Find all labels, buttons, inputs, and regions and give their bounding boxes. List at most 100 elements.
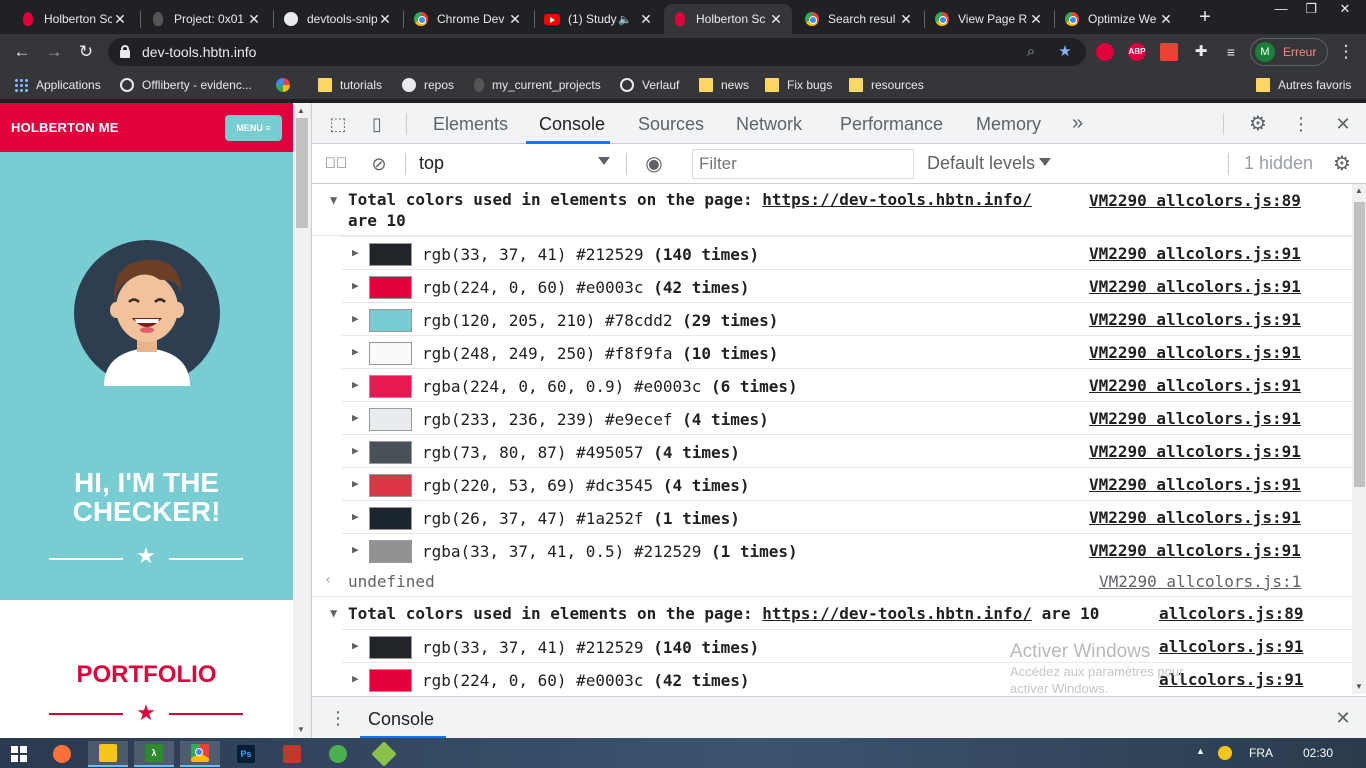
scroll-down-icon[interactable]: ▼ bbox=[1355, 682, 1363, 691]
tab-8[interactable]: View Page R ✕ bbox=[926, 4, 1052, 34]
puzzle-icon[interactable]: ✚ bbox=[1192, 43, 1210, 61]
profile-button[interactable]: M Erreur bbox=[1250, 38, 1328, 66]
bookmark-resources[interactable]: resources bbox=[849, 76, 924, 94]
expand-triangle-icon[interactable]: ▶ bbox=[352, 312, 359, 325]
address-bar[interactable]: dev-tools.hbtn.info ⌕ ★ bbox=[108, 38, 1086, 66]
chevron-down-icon[interactable] bbox=[598, 157, 610, 165]
bookmark-applications[interactable]: Applications bbox=[14, 76, 101, 94]
tab-4[interactable]: Chrome Dev ✕ bbox=[405, 4, 531, 34]
page-link[interactable]: https://dev-tools.hbtn.info/ bbox=[762, 190, 1032, 209]
source-link[interactable]: VM2290 allcolors.js:91 bbox=[1089, 409, 1301, 428]
close-tab-icon[interactable]: ✕ bbox=[1158, 11, 1174, 28]
restore-icon[interactable]: ❐ bbox=[1296, 0, 1326, 18]
source-link[interactable]: VM2290 allcolors.js:91 bbox=[1089, 343, 1301, 362]
url-text[interactable]: dev-tools.hbtn.info bbox=[142, 44, 256, 60]
color-row[interactable]: ▶ rgb(120, 205, 210) #78cdd2 (29 times) VM… bbox=[342, 302, 1352, 335]
expand-triangle-icon[interactable]: ▶ bbox=[352, 543, 359, 556]
site-brand[interactable]: HOLBERTON ME bbox=[11, 120, 119, 135]
expand-triangle-icon[interactable]: ▶ bbox=[352, 246, 359, 259]
console-group[interactable]: ▼ Total colors used in elements on the p… bbox=[312, 597, 1352, 629]
expand-triangle-icon[interactable]: ▶ bbox=[352, 639, 359, 652]
close-devtools-icon[interactable]: ✕ bbox=[1331, 113, 1355, 135]
page-scrollbar[interactable]: ▲ ▼ bbox=[293, 103, 311, 738]
close-tab-icon[interactable]: ✕ bbox=[898, 11, 914, 28]
app-taskbar-icon[interactable] bbox=[272, 741, 312, 767]
collapse-triangle-icon[interactable]: ▼ bbox=[330, 193, 337, 207]
bookmark-google[interactable] bbox=[276, 76, 298, 94]
color-row[interactable]: ▶ rgba(224, 0, 60, 0.9) #e0003c (6 times)… bbox=[342, 368, 1352, 401]
collapse-triangle-icon[interactable]: ▼ bbox=[330, 606, 337, 620]
tab-9[interactable]: Optimize We ✕ bbox=[1056, 4, 1182, 34]
minimize-icon[interactable]: — bbox=[1266, 0, 1296, 18]
firefox-taskbar-icon[interactable] bbox=[42, 741, 82, 767]
scroll-up-icon[interactable]: ▲ bbox=[297, 106, 305, 115]
tab-3[interactable]: devtools-snip ✕ bbox=[275, 4, 401, 34]
source-link[interactable]: VM2290 allcolors.js:91 bbox=[1089, 541, 1301, 560]
zoom-search-icon[interactable]: ⌕ bbox=[1022, 43, 1040, 61]
tab-network[interactable]: Network bbox=[736, 114, 802, 135]
clear-console-icon[interactable]: ⊘ bbox=[367, 153, 391, 175]
console-settings-gear-icon[interactable]: ⚙ bbox=[1330, 153, 1354, 175]
terminal-taskbar-icon[interactable]: λ bbox=[134, 741, 174, 767]
close-tab-icon[interactable]: ✕ bbox=[1028, 11, 1044, 28]
color-row[interactable]: ▶ rgb(33, 37, 41) #212529 (140 times) VM22… bbox=[342, 236, 1352, 269]
expand-triangle-icon[interactable]: ▶ bbox=[352, 279, 359, 292]
console-group[interactable]: ▼ Total colors used in elements on the p… bbox=[312, 184, 1352, 236]
audio-icon[interactable]: 🔈 bbox=[618, 13, 632, 26]
color-row[interactable]: ▶ rgb(73, 80, 87) #495057 (4 times) VM2290… bbox=[342, 434, 1352, 467]
page-link[interactable]: https://dev-tools.hbtn.info/ bbox=[762, 604, 1032, 623]
start-button[interactable] bbox=[0, 741, 38, 767]
color-row[interactable]: ▶ rgb(248, 249, 250) #f8f9fa (10 times) VM… bbox=[342, 335, 1352, 368]
back-icon[interactable]: ← bbox=[10, 40, 34, 64]
tab-7[interactable]: Search resul ✕ bbox=[796, 4, 922, 34]
source-link[interactable]: VM2290 allcolors.js:91 bbox=[1089, 442, 1301, 461]
live-expression-eye-icon[interactable]: ◉ bbox=[642, 153, 666, 175]
photoshop-taskbar-icon[interactable]: Ps bbox=[226, 741, 266, 767]
source-link[interactable]: VM2290 allcolors.js:91 bbox=[1089, 310, 1301, 329]
color-row[interactable]: ▶ rgb(33, 37, 41) #212529 (140 times) allc… bbox=[342, 629, 1352, 662]
tab-5[interactable]: (1) Study 🔈 ✕ bbox=[536, 4, 662, 34]
expand-triangle-icon[interactable]: ▶ bbox=[352, 345, 359, 358]
more-tabs-icon[interactable]: » bbox=[1072, 112, 1083, 135]
bookmark-my-current-projects[interactable]: my_current_projects bbox=[474, 76, 601, 94]
source-link[interactable]: VM2290 allcolors.js:91 bbox=[1089, 475, 1301, 494]
inspect-element-icon[interactable]: ⬚ bbox=[326, 113, 350, 135]
source-link[interactable]: VM2290 allcolors.js:89 bbox=[1089, 191, 1301, 210]
show-hidden-icons-icon[interactable]: ▲ bbox=[1196, 746, 1205, 756]
close-tab-icon[interactable]: ✕ bbox=[507, 11, 523, 28]
lock-icon[interactable] bbox=[120, 45, 130, 58]
chevron-down-icon[interactable] bbox=[1039, 158, 1051, 166]
holberton-extension-icon[interactable] bbox=[1096, 43, 1114, 61]
expand-triangle-icon[interactable]: ▶ bbox=[352, 510, 359, 523]
log-levels-dropdown[interactable]: Default levels bbox=[927, 153, 1035, 174]
tab-sources[interactable]: Sources bbox=[638, 114, 704, 135]
console-filter-input[interactable] bbox=[692, 149, 914, 179]
scrollbar-thumb[interactable] bbox=[296, 118, 308, 228]
chrome-taskbar-icon[interactable] bbox=[180, 741, 220, 767]
torrent-taskbar-icon[interactable] bbox=[318, 741, 358, 767]
scroll-up-icon[interactable]: ▲ bbox=[1355, 186, 1363, 195]
file-explorer-taskbar-icon[interactable] bbox=[88, 741, 128, 767]
scrollbar-thumb[interactable] bbox=[1354, 202, 1365, 487]
tab-performance[interactable]: Performance bbox=[840, 114, 943, 135]
close-tab-icon[interactable]: ✕ bbox=[768, 11, 784, 28]
close-tab-icon[interactable]: ✕ bbox=[246, 11, 262, 28]
tab-1[interactable]: Holberton Sc ✕ bbox=[12, 4, 136, 34]
language-indicator[interactable]: FRA bbox=[1249, 746, 1273, 760]
source-link[interactable]: VM2290 allcolors.js:91 bbox=[1089, 244, 1301, 263]
extension-icon[interactable] bbox=[1160, 43, 1178, 61]
source-link[interactable]: VM2290 allcolors.js:1 bbox=[1099, 572, 1301, 591]
show-sidebar-icon[interactable]: ▶⃞ bbox=[324, 153, 348, 175]
source-link[interactable]: VM2290 allcolors.js:91 bbox=[1089, 508, 1301, 527]
close-tab-icon[interactable]: ✕ bbox=[638, 11, 654, 28]
source-link[interactable]: VM2290 allcolors.js:91 bbox=[1089, 376, 1301, 395]
color-row[interactable]: ▶ rgb(224, 0, 60) #e0003c (42 times) VM229… bbox=[342, 269, 1352, 302]
menu-button[interactable]: MENU ≡ bbox=[225, 115, 282, 141]
close-tab-icon[interactable]: ✕ bbox=[377, 11, 393, 28]
bookmark-verlauf[interactable]: Verlauf bbox=[620, 76, 679, 94]
tab-6-active[interactable]: Holberton Sc ✕ bbox=[664, 4, 792, 34]
source-link[interactable]: allcolors.js:89 bbox=[1159, 604, 1304, 623]
color-row[interactable]: ▶ rgb(220, 53, 69) #dc3545 (4 times) VM229… bbox=[342, 467, 1352, 500]
close-tab-icon[interactable]: ✕ bbox=[112, 11, 128, 28]
color-row[interactable]: ▶ rgb(224, 0, 60) #e0003c (42 times) allco… bbox=[342, 662, 1352, 694]
